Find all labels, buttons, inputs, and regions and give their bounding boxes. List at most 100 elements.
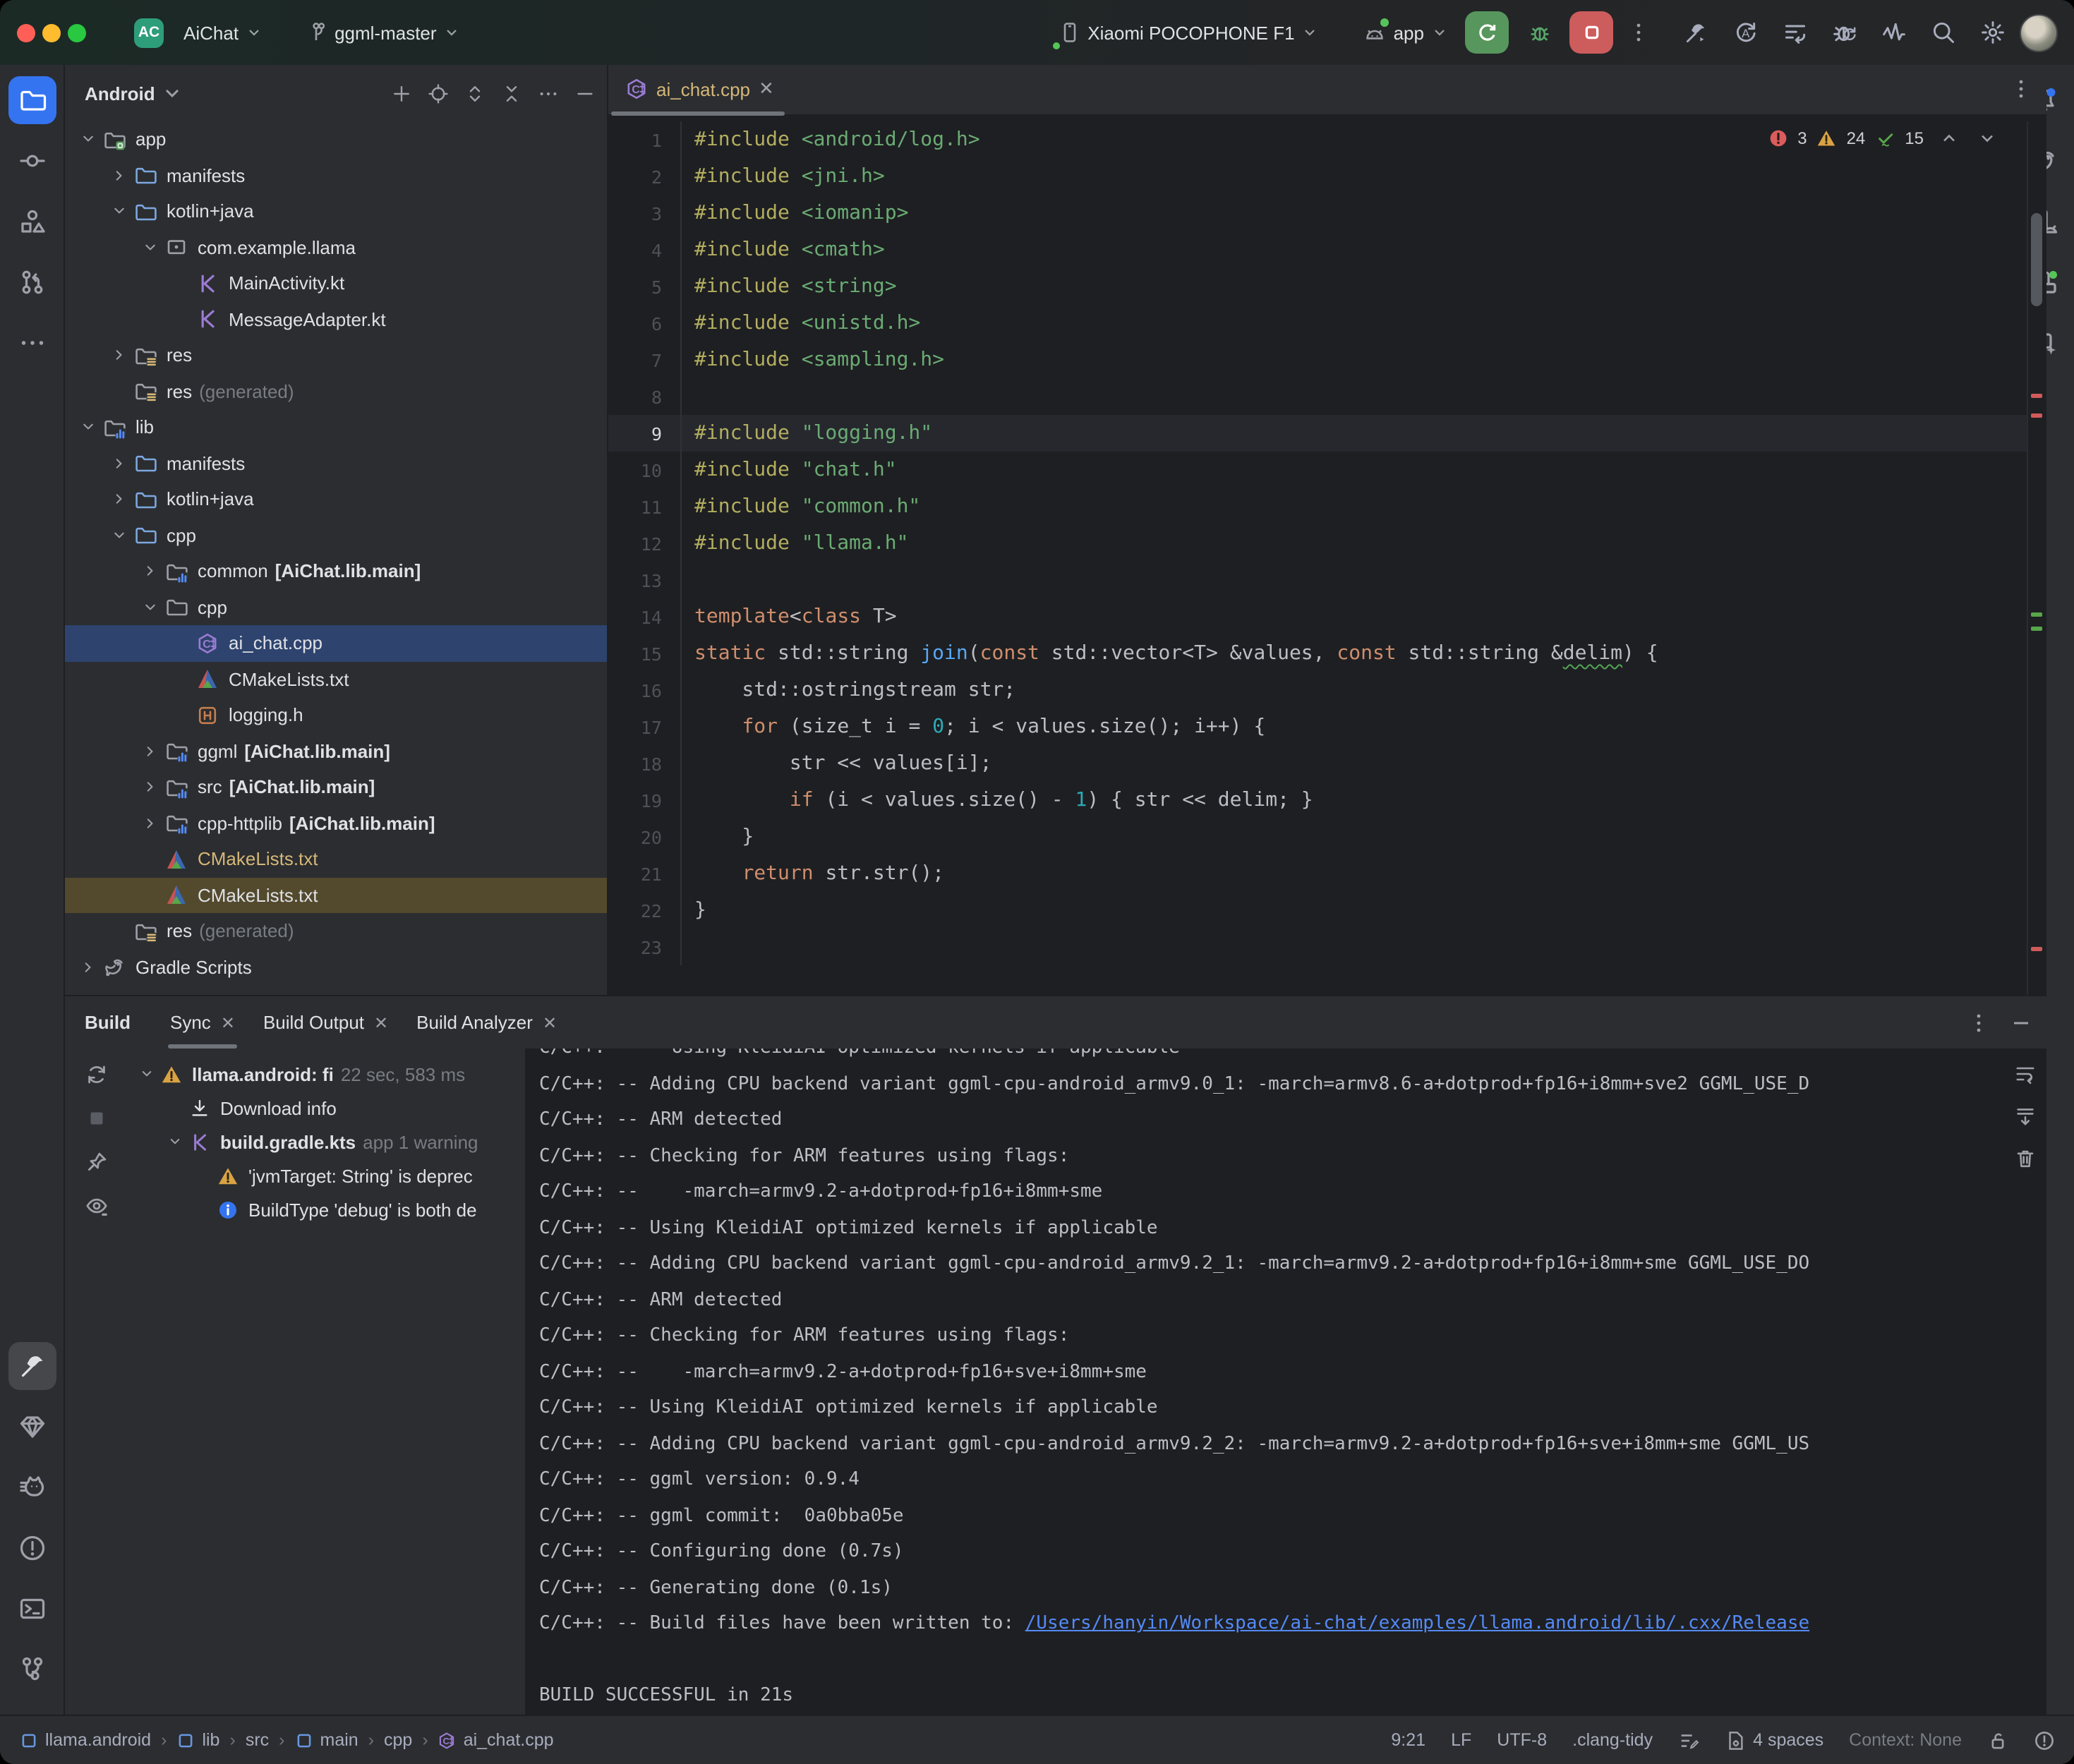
chevron-down-icon[interactable]	[76, 131, 100, 149]
tree-item-manifests[interactable]: manifests	[65, 445, 607, 481]
more-icon[interactable]	[1967, 1011, 1990, 1034]
build-tab-build-output[interactable]: Build Output✕	[249, 997, 402, 1048]
problems-icon[interactable]	[8, 1524, 56, 1572]
build-icon[interactable]	[8, 1342, 56, 1390]
clang-tidy-config[interactable]: .clang-tidy	[1572, 1730, 1653, 1750]
hide-panel-icon[interactable]	[2010, 1011, 2032, 1034]
tree-item-cpp[interactable]: cpp	[65, 589, 607, 625]
chevron-down-icon[interactable]	[138, 598, 162, 617]
hide-icon[interactable]	[574, 83, 596, 104]
build-hammer-icon[interactable]	[1684, 20, 1709, 45]
chevron-right-icon[interactable]	[138, 778, 162, 797]
build-tab-build-analyzer[interactable]: Build Analyzer✕	[402, 997, 571, 1048]
run-configuration-selector[interactable]: app	[1356, 17, 1457, 48]
chevron-right-icon[interactable]	[107, 167, 131, 185]
build-tree-item[interactable]: 'jvmTarget: String' is deprec	[127, 1159, 525, 1192]
chevron-right-icon[interactable]	[107, 454, 131, 473]
debug-button[interactable]	[1517, 11, 1561, 54]
tree-item-logging-h[interactable]: logging.h	[65, 697, 607, 733]
breadcrumb-ai-chat-cpp[interactable]: C ai_chat.cpp	[438, 1730, 554, 1750]
scroll-to-end-icon[interactable]	[2014, 1105, 2037, 1128]
tree-item-lib[interactable]: lib	[65, 409, 607, 445]
build-tree-item[interactable]: llama.android: fi 22 sec, 583 ms	[127, 1057, 525, 1091]
tree-item-app[interactable]: app	[65, 121, 607, 157]
avatar[interactable]	[2020, 13, 2058, 52]
context-label[interactable]: Context: None	[1849, 1730, 1962, 1750]
expand-all-icon[interactable]	[464, 83, 486, 104]
tree-item-com-example-llama[interactable]: com.example.llama	[65, 229, 607, 265]
tree-item-common[interactable]: common [AiChat.lib.main]	[65, 553, 607, 589]
project-view-selector[interactable]: Android	[85, 82, 183, 104]
chevron-down-icon[interactable]	[164, 1133, 186, 1150]
breadcrumb[interactable]: llama.android› lib› src› main› cpp› C ai…	[20, 1730, 554, 1750]
chevron-right-icon[interactable]	[138, 814, 162, 833]
chevron-right-icon[interactable]	[138, 742, 162, 761]
sync-a-icon[interactable]: A	[1733, 20, 1759, 45]
chevron-right-icon[interactable]	[107, 490, 131, 509]
breadcrumb-main[interactable]: main	[295, 1730, 358, 1750]
tree-item-res[interactable]: res (generated)	[65, 373, 607, 409]
close-window-button[interactable]	[17, 23, 35, 42]
clear-icon[interactable]	[2014, 1147, 2037, 1170]
refresh-icon[interactable]	[84, 1063, 108, 1087]
tree-item-res[interactable]: res (generated)	[65, 913, 607, 949]
tree-item-kotlin-java[interactable]: kotlin+java	[65, 481, 607, 517]
zoom-window-button[interactable]	[68, 23, 86, 42]
tree-item-cmakelists-txt[interactable]: CMakeLists.txt	[65, 841, 607, 877]
build-tab-sync[interactable]: Sync✕	[156, 997, 249, 1048]
more-icon[interactable]	[8, 319, 56, 367]
tree-item-cpp-httplib[interactable]: cpp-httplib [AiChat.lib.main]	[65, 805, 607, 841]
chevron-down-icon[interactable]	[107, 526, 131, 545]
profiler-icon[interactable]	[1881, 20, 1907, 45]
terminal-icon[interactable]	[8, 1585, 56, 1633]
chevron-down-icon[interactable]	[138, 238, 162, 257]
line-ending[interactable]: LF	[1451, 1730, 1471, 1750]
pin-icon[interactable]	[84, 1150, 108, 1174]
more-icon[interactable]	[538, 83, 559, 104]
chevron-right-icon[interactable]	[138, 562, 162, 581]
build-tree-item[interactable]: BuildType 'debug' is both de	[127, 1192, 525, 1226]
breadcrumb-src[interactable]: src	[246, 1730, 269, 1750]
unlock-icon[interactable]	[1987, 1729, 2008, 1751]
rerun-button[interactable]	[1465, 11, 1509, 54]
tree-item-gradle-scripts[interactable]: Gradle Scripts	[65, 949, 607, 985]
build-console[interactable]: C/C++: -- Using KleidiAI optimized kerne…	[525, 1049, 2004, 1716]
add-icon[interactable]	[391, 83, 412, 104]
project-selector[interactable]: AiChat	[175, 18, 271, 47]
tree-item-cpp[interactable]: cpp	[65, 517, 607, 553]
bug-reload-icon[interactable]	[1832, 20, 1857, 45]
tree-item-ggml[interactable]: ggml [AiChat.lib.main]	[65, 733, 607, 769]
filter-eye-icon[interactable]	[84, 1194, 108, 1218]
minimize-window-button[interactable]	[42, 23, 61, 42]
chevron-down-icon[interactable]	[107, 203, 131, 221]
version-control-icon[interactable]	[8, 1645, 56, 1693]
collapse-all-icon[interactable]	[501, 83, 522, 104]
code-style-icon[interactable]	[1678, 1729, 1699, 1751]
chevron-down-icon[interactable]	[76, 418, 100, 437]
caret-position[interactable]: 9:21	[1391, 1730, 1425, 1750]
breadcrumb-llama-android[interactable]: llama.android	[20, 1730, 151, 1750]
project-avatar-chip[interactable]: AC	[134, 18, 164, 47]
pull-requests-icon[interactable]	[8, 258, 56, 306]
chevron-right-icon[interactable]	[107, 346, 131, 365]
breadcrumb-cpp[interactable]: cpp	[384, 1730, 412, 1750]
device-selector[interactable]: Xiaomi POCOPHONE F1	[1049, 17, 1327, 48]
build-tree-item[interactable]: Download info	[127, 1091, 525, 1125]
breadcrumb-lib[interactable]: lib	[176, 1730, 219, 1750]
file-encoding[interactable]: UTF-8	[1497, 1730, 1547, 1750]
close-tab-icon[interactable]: ✕	[374, 1013, 388, 1032]
quality-insights-icon[interactable]	[8, 1403, 56, 1451]
project-icon[interactable]	[8, 76, 56, 124]
vcs-branch-selector[interactable]: ggml-master	[296, 17, 469, 48]
logcat-icon[interactable]	[8, 1463, 56, 1511]
more-actions-icon[interactable]	[1627, 21, 1650, 44]
tree-item-cmakelists-txt[interactable]: CMakeLists.txt	[65, 661, 607, 697]
tree-item-manifests[interactable]: manifests	[65, 157, 607, 193]
search-icon[interactable]	[1931, 20, 1956, 45]
indent-settings[interactable]: 4 spaces	[1725, 1729, 1823, 1751]
locate-icon[interactable]	[428, 83, 449, 104]
build-output-path-link[interactable]: /Users/hanyin/Workspace/ai-chat/examples…	[1025, 1614, 1809, 1635]
soft-wrap-icon[interactable]	[2014, 1063, 2037, 1085]
build-tree-item[interactable]: build.gradle.kts app 1 warning	[127, 1125, 525, 1159]
editor-options-icon[interactable]	[2010, 78, 2032, 100]
